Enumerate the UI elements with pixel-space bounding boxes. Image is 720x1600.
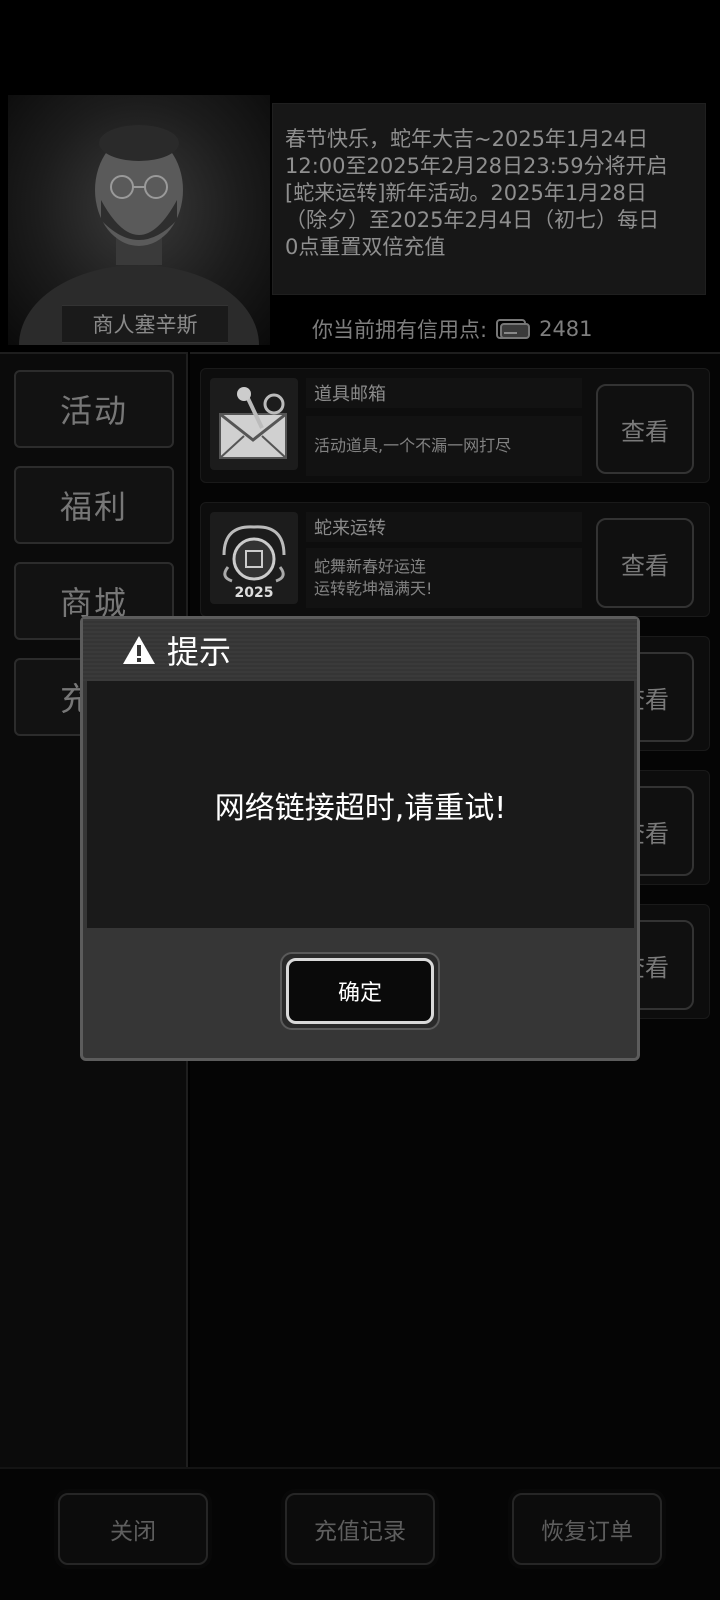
- activity-desc-line: 运转乾坤福满天!: [314, 579, 433, 598]
- activity-title: 道具邮箱: [306, 378, 582, 408]
- credit-label: 你当前拥有信用点:: [312, 318, 488, 342]
- confirm-button[interactable]: 确定: [286, 958, 434, 1024]
- mailbox-pin-icon: [219, 387, 287, 459]
- restore-order-button[interactable]: 恢复订单: [512, 1493, 662, 1565]
- dialog-header: 提示: [83, 619, 637, 681]
- notice-line: 春节快乐，蛇年大吉~2025年1月24日: [285, 127, 649, 151]
- activity-icon: [210, 378, 298, 470]
- credit-card-icon: [496, 319, 531, 339]
- activity-desc-line: 蛇舞新春好运连: [314, 557, 427, 576]
- dialog-body: 网络链接超时,请重试!: [87, 681, 634, 928]
- emblem-year: 2025: [235, 585, 274, 601]
- activity-desc: 蛇舞新春好运连 运转乾坤福满天!: [306, 548, 582, 608]
- notice-line: 12:00至2025年2月28日23:59分将开启: [285, 154, 668, 178]
- merchant-name: 商人塞辛斯: [62, 305, 228, 343]
- notice-line: 0点重置双倍充值: [285, 235, 446, 259]
- activity-desc-line: 活动道具,一个不漏一网打尽: [314, 436, 512, 455]
- sidebar-item-activity[interactable]: 活动: [14, 370, 174, 448]
- close-button[interactable]: 关闭: [58, 1493, 208, 1565]
- event-notice: 春节快乐，蛇年大吉~2025年1月24日 12:00至2025年2月28日23:…: [272, 103, 706, 295]
- warning-icon: [123, 636, 155, 664]
- notice-line: [蛇来运转]新年活动。2025年1月28日: [285, 181, 647, 205]
- view-button[interactable]: 查看: [596, 384, 694, 474]
- activity-desc: 活动道具,一个不漏一网打尽: [306, 416, 582, 476]
- credit-balance: 你当前拥有信用点: 2481: [312, 312, 593, 346]
- snake-2025-emblem-icon: 2025: [222, 525, 286, 601]
- view-button[interactable]: 查看: [596, 518, 694, 608]
- recharge-history-button[interactable]: 充值记录: [285, 1493, 435, 1565]
- credit-value: 2481: [539, 317, 593, 341]
- dialog-title: 提示: [167, 633, 232, 671]
- sidebar-item-welfare[interactable]: 福利: [14, 466, 174, 544]
- notice-line: （除夕）至2025年2月4日（初七）每日: [285, 208, 660, 232]
- activity-icon: 2025: [210, 512, 298, 604]
- activity-title: 蛇来运转: [306, 512, 582, 542]
- dialog-message: 网络链接超时,请重试!: [214, 790, 507, 826]
